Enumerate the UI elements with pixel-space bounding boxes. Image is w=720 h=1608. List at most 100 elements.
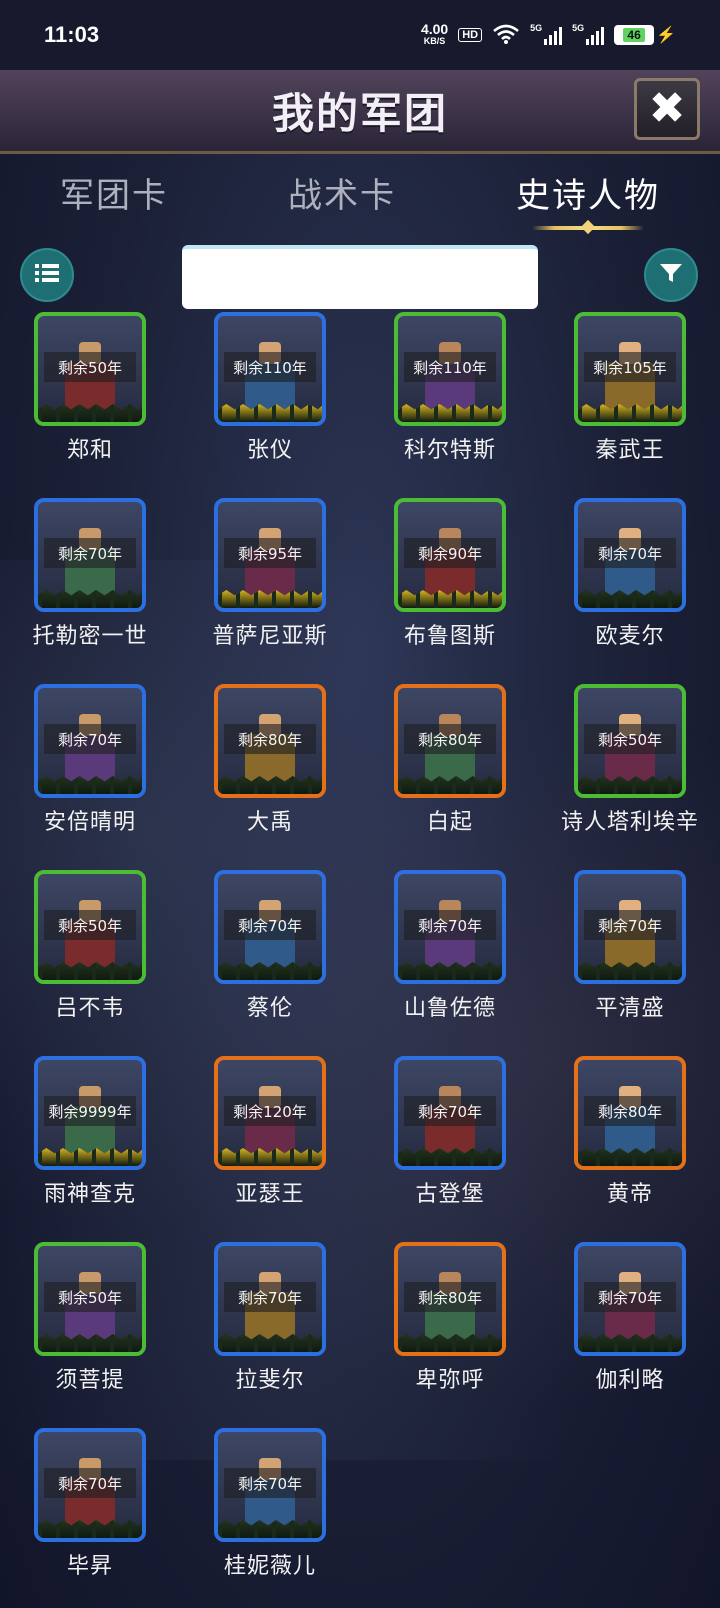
character-portrait: 剩余95年 [214,498,326,612]
character-name: 普萨尼亚斯 [212,624,328,649]
remaining-years-label: 剩余70年 [44,1468,136,1498]
character-name: 桂妮薇儿 [223,1554,316,1579]
remaining-years-label: 剩余120年 [224,1096,316,1126]
character-card[interactable]: 剩余50年郑和 [0,312,180,472]
character-card[interactable]: 剩余70年托勒密一世 [0,498,180,658]
character-portrait: 剩余70年 [34,1428,146,1542]
character-portrait: 剩余50年 [34,1242,146,1356]
character-name: 古登堡 [415,1182,485,1207]
character-card[interactable]: 剩余70年伽利略 [540,1242,720,1402]
character-portrait: 剩余120年 [214,1056,326,1170]
character-name: 卑弥呼 [415,1368,485,1393]
character-name: 白起 [426,810,473,835]
character-portrait: 剩余70年 [214,1428,326,1542]
character-name: 安倍晴明 [43,810,136,835]
wifi-icon [492,24,520,47]
character-name: 科尔特斯 [403,438,496,463]
remaining-years-label: 剩余80年 [224,724,316,754]
character-card[interactable]: 剩余70年山鲁佐德 [360,870,540,1030]
filter-button[interactable] [644,248,698,302]
sim2-label: 5G [572,23,585,33]
character-card[interactable]: 剩余70年 蔡伦 [180,870,360,1030]
character-name: 亚瑟王 [235,1182,305,1207]
character-card[interactable]: 剩余90年 布鲁图斯 [360,498,540,658]
remaining-years-label: 剩余50年 [44,352,136,382]
character-card[interactable]: 剩余105年秦武王 [540,312,720,472]
close-button[interactable]: ✖ [634,78,700,140]
character-card[interactable]: 剩余50年 吕不韦 [0,870,180,1030]
character-name: 郑和 [66,438,113,463]
remaining-years-label: 剩余80年 [584,1096,676,1126]
character-card[interactable]: 剩余50年诗人塔利埃辛 [540,684,720,844]
remaining-years-label: 剩余110年 [404,352,496,382]
character-name: 诗人塔利埃辛 [560,810,699,835]
character-card[interactable]: 剩余80年卑弥呼 [360,1242,540,1402]
character-card[interactable]: 剩余95年普萨尼亚斯 [180,498,360,658]
remaining-years-label: 剩余70年 [44,724,136,754]
character-name: 大禹 [246,810,293,835]
status-time: 11:03 [44,22,100,47]
remaining-years-label: 剩余9999年 [44,1096,136,1126]
character-card[interactable]: 剩余110年 张仪 [180,312,360,472]
character-card[interactable]: 剩余80年白起 [360,684,540,844]
character-card[interactable]: 剩余70年安倍晴明 [0,684,180,844]
remaining-years-label: 剩余70年 [224,1282,316,1312]
tab-label: 军团卡 [60,176,168,216]
character-portrait: 剩余70年 [574,870,686,984]
tab-label: 史诗人物 [516,176,660,216]
character-card[interactable]: 剩余70年 平清盛 [540,870,720,1030]
character-portrait: 剩余70年 [394,870,506,984]
remaining-years-label: 剩余90年 [404,538,496,568]
remaining-years-label: 剩余110年 [224,352,316,382]
character-portrait: 剩余110年 [394,312,506,426]
character-card[interactable]: 剩余9999年 雨神查克 [0,1056,180,1216]
character-name: 拉斐尔 [235,1368,305,1393]
remaining-years-label: 剩余105年 [584,352,676,382]
character-card[interactable]: 剩余110年科尔特斯 [360,312,540,472]
character-portrait: 剩余110年 [214,312,326,426]
status-icons: 4.00 KB/S HD 5G 5G 46 ⚡ [421,22,676,47]
character-portrait: 剩余50年 [34,870,146,984]
character-card[interactable]: 剩余70年 欧麦尔 [540,498,720,658]
character-name: 托勒密一世 [32,624,148,649]
character-name: 山鲁佐德 [403,996,496,1021]
close-icon: ✖ [648,83,686,134]
character-card[interactable]: 剩余50年 须菩提 [0,1242,180,1402]
character-name: 秦武王 [595,438,665,463]
character-portrait: 剩余80年 [214,684,326,798]
character-card[interactable]: 剩余80年大禹 [180,684,360,844]
character-card[interactable]: 剩余70年古登堡 [360,1056,540,1216]
search-input[interactable] [182,245,538,309]
character-card[interactable]: 剩余70年拉斐尔 [180,1242,360,1402]
header: 我的军团 ✖ [0,70,720,154]
character-portrait: 剩余70年 [394,1056,506,1170]
character-name: 伽利略 [595,1368,665,1393]
character-card[interactable]: 剩余80年黄帝 [540,1056,720,1216]
network-speed: 4.00 KB/S [421,22,448,47]
character-portrait: 剩余80年 [574,1056,686,1170]
tab-tactic-cards[interactable]: 战术卡 [288,162,396,232]
remaining-years-label: 剩余70年 [584,910,676,940]
charging-icon: ⚡ [656,27,676,44]
remaining-years-label: 剩余80年 [404,1282,496,1312]
tab-epic-characters[interactable]: 史诗人物 [516,162,660,232]
character-card[interactable]: 剩余120年亚瑟王 [180,1056,360,1216]
character-portrait: 剩余70年 [214,1242,326,1356]
character-portrait: 剩余105年 [574,312,686,426]
page-title: 我的军团 [271,89,448,138]
character-card[interactable]: 剩余70年 毕昇 [0,1428,180,1588]
list-icon [33,261,61,289]
remaining-years-label: 剩余70年 [584,1282,676,1312]
remaining-years-label: 剩余80年 [404,724,496,754]
list-view-button[interactable] [20,248,74,302]
remaining-years-label: 剩余70年 [44,538,136,568]
character-portrait: 剩余70年 [34,498,146,612]
remaining-years-label: 剩余70年 [404,910,496,940]
character-card[interactable]: 剩余70年桂妮薇儿 [180,1428,360,1588]
character-portrait: 剩余9999年 [34,1056,146,1170]
tab-legion-cards[interactable]: 军团卡 [60,162,168,232]
battery-level: 46 [623,28,645,42]
character-name: 黄帝 [606,1182,653,1207]
remaining-years-label: 剩余50年 [584,724,676,754]
sim1-label: 5G [530,23,543,33]
